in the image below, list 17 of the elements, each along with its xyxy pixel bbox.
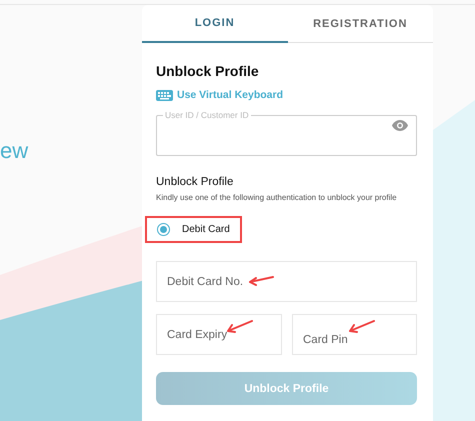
tab[interactable]: LOGIN	[142, 5, 288, 43]
section-title: Unblock Profile	[156, 176, 234, 188]
user-id-field[interactable]: User ID / Customer ID	[156, 110, 417, 156]
virtual-keyboard-link[interactable]: Use Virtual Keyboard	[156, 89, 284, 101]
tab[interactable]: REGISTRATION	[288, 5, 433, 43]
eye-icon[interactable]	[392, 120, 408, 131]
section-hint: Kindly use one of the following authentication to unblock your profile	[156, 193, 398, 202]
hero-text: ew	[0, 138, 28, 163]
keyboard-icon	[156, 90, 173, 100]
card-pin-field[interactable]: Card Pin	[292, 314, 417, 355]
form-title: Unblock Profile	[156, 63, 260, 79]
arrow-icon	[346, 320, 376, 334]
field-label: User ID / Customer ID	[164, 110, 250, 120]
option-label: Debit Card	[182, 224, 230, 235]
card-number-field[interactable]: Debit Card No.	[156, 261, 417, 302]
radio-button[interactable]	[157, 223, 170, 236]
card-expiry-field[interactable]: Card Expiry	[156, 314, 282, 355]
